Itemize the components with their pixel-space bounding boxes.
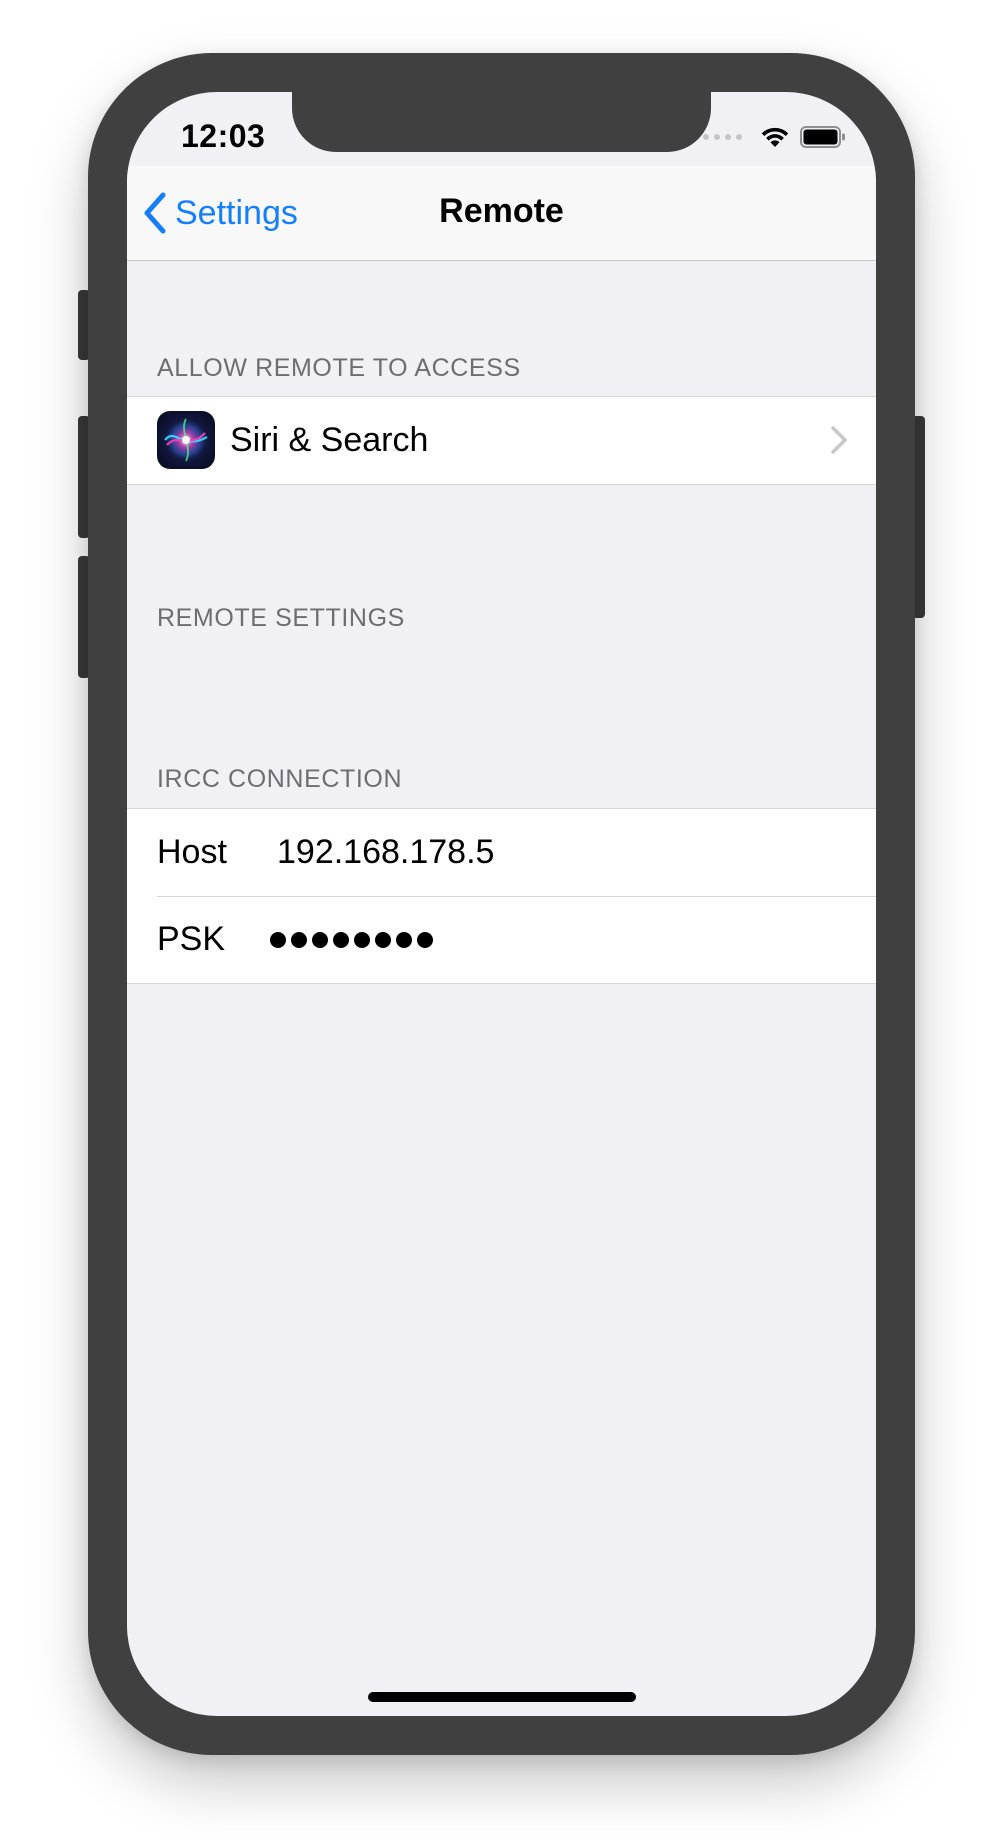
status-icons xyxy=(703,122,846,152)
phone-screen: 12:03 Settings Remote ALLOW REMOTE TO AC… xyxy=(127,92,876,1716)
device-stage: 12:03 Settings Remote ALLOW REMOTE TO AC… xyxy=(0,0,1002,1840)
navigation-bar: Settings Remote xyxy=(127,166,876,261)
siri-search-row[interactable]: Siri & Search xyxy=(127,397,876,484)
siri-search-label: Siri & Search xyxy=(230,421,429,459)
battery-icon xyxy=(800,126,845,148)
cellular-signal-icon xyxy=(703,134,742,140)
section-header-allow-access: ALLOW REMOTE TO ACCESS xyxy=(157,354,521,382)
chevron-right-icon xyxy=(831,426,847,454)
host-input[interactable]: 192.168.178.5 xyxy=(277,833,494,872)
section-header-ircc-connection: IRCC CONNECTION xyxy=(157,765,403,793)
page-title: Remote xyxy=(439,192,564,230)
home-indicator[interactable] xyxy=(368,1692,636,1702)
ircc-connection-group: Host 192.168.178.5 PSK xyxy=(127,808,876,984)
host-row: Host 192.168.178.5 xyxy=(127,809,876,896)
section-header-remote-settings: REMOTE SETTINGS xyxy=(157,604,405,632)
status-time: 12:03 xyxy=(181,118,266,154)
psk-label: PSK xyxy=(157,920,226,958)
host-label: Host xyxy=(157,833,227,871)
siri-icon xyxy=(157,411,215,469)
wifi-icon xyxy=(761,127,789,147)
notch xyxy=(292,92,711,152)
psk-input[interactable] xyxy=(270,931,433,948)
psk-row: PSK xyxy=(127,896,876,983)
allow-access-group: Siri & Search xyxy=(127,396,876,485)
